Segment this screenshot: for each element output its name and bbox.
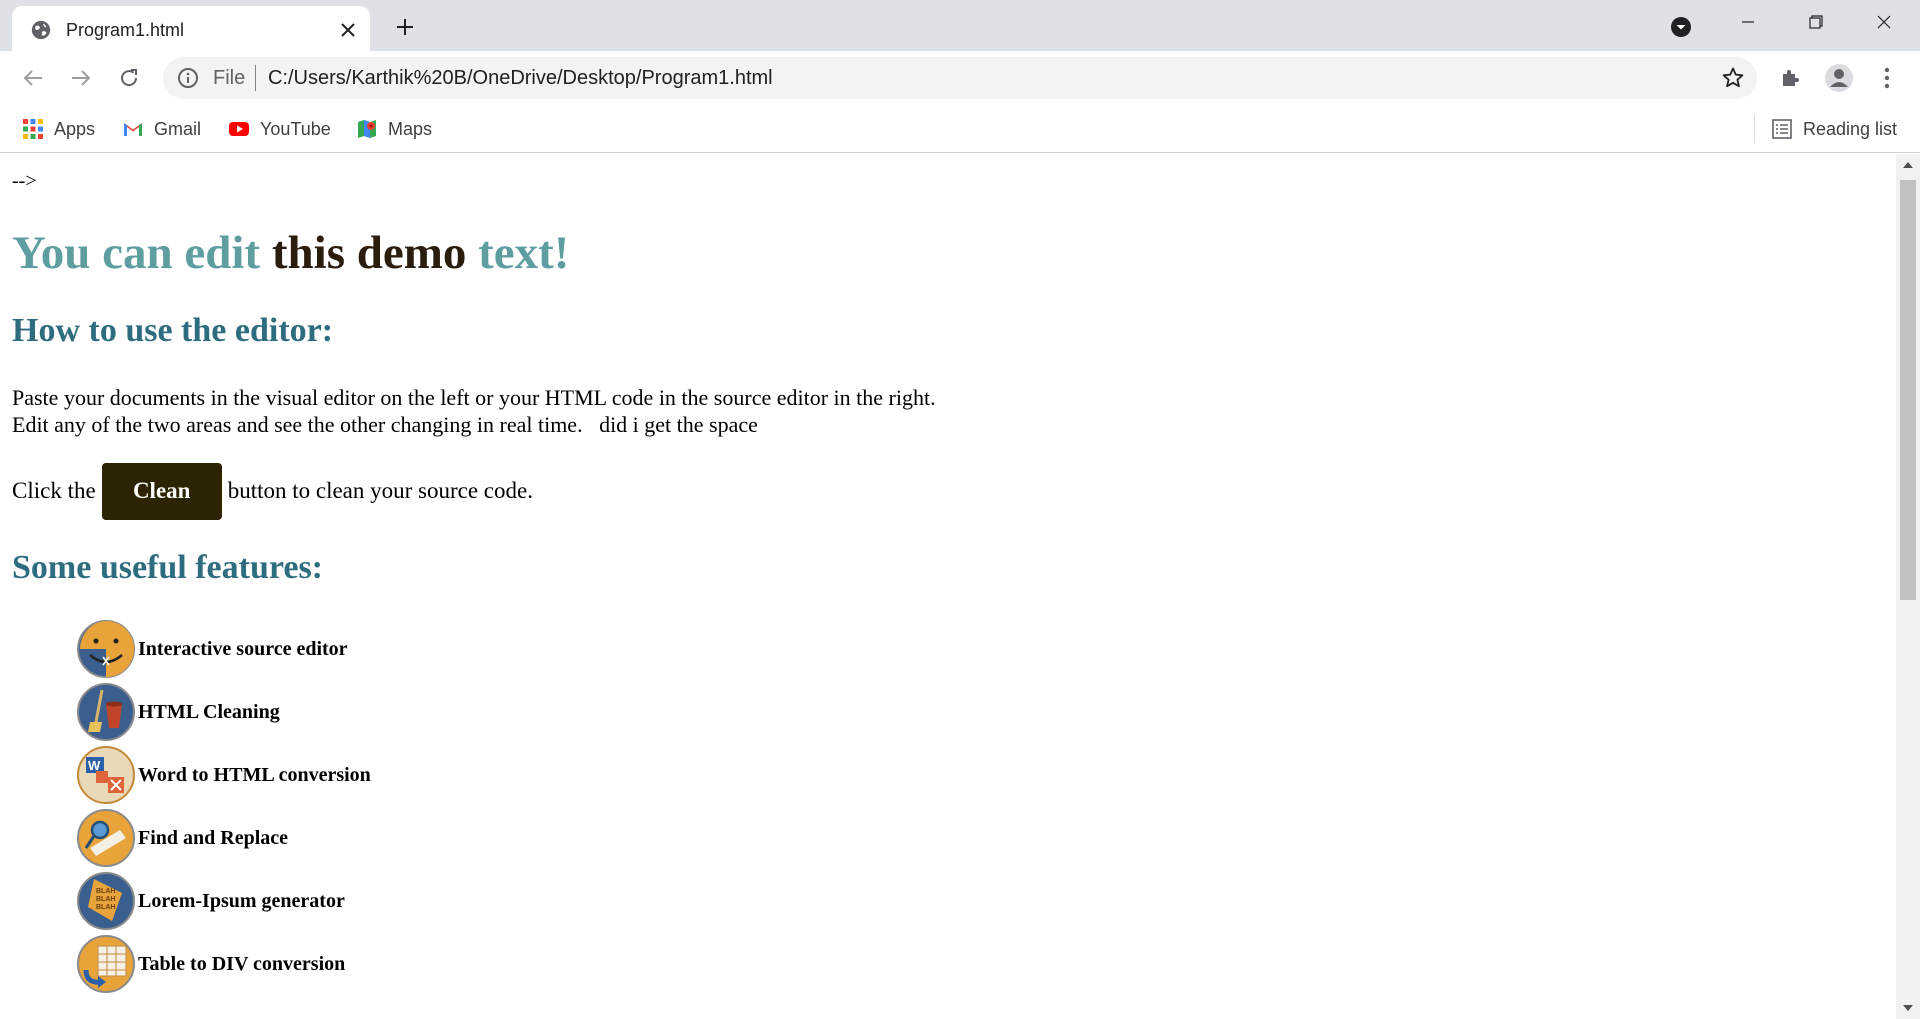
feature-item: HTML Cleaning (76, 682, 280, 742)
menu-kebab-icon[interactable] (1872, 63, 1902, 93)
address-bar[interactable]: File C:/Users/Karthik%20B/OneDrive/Deskt… (163, 57, 1757, 99)
page-viewport: --> You can edit this demo text! How to … (0, 154, 1896, 1019)
gmail-icon (124, 123, 142, 136)
reload-icon (121, 69, 138, 87)
page-headline: You can edit this demo text! (12, 226, 569, 280)
tab-search-icon[interactable] (1666, 12, 1696, 42)
browser-toolbar: File C:/Users/Karthik%20B/OneDrive/Deskt… (0, 51, 1920, 105)
section-title-editor: How to use the editor: (12, 312, 334, 349)
broom-bucket-icon (77, 683, 135, 741)
browser-tab[interactable]: Program1.html (12, 6, 370, 51)
feature-item: W Word to HTML conversion (76, 745, 371, 805)
paragraph-line-2: Edit any of the two areas and see the ot… (12, 412, 758, 437)
address-separator (255, 65, 256, 91)
back-button[interactable] (16, 61, 50, 95)
clean-instruction: Click the Clean button to clean your sou… (12, 462, 533, 520)
bookmark-label: Apps (54, 118, 96, 139)
svg-text:W: W (88, 758, 101, 773)
globe-icon (31, 20, 51, 40)
bookmark-label: YouTube (260, 118, 331, 139)
bookmark-label: Maps (388, 118, 433, 139)
info-icon[interactable] (177, 67, 199, 89)
tab-strip: Program1.html (0, 0, 1920, 51)
bookmark-apps[interactable]: Apps (22, 113, 95, 145)
bookmark-gmail[interactable]: Gmail (122, 113, 201, 145)
feature-item: Table to DIV conversion (76, 934, 345, 994)
arrow-left-icon (23, 70, 42, 86)
extensions-icon[interactable] (1776, 63, 1806, 93)
close-tab-icon[interactable] (336, 18, 360, 42)
feature-label: HTML Cleaning (138, 700, 280, 723)
clean-button[interactable]: Clean (101, 462, 222, 520)
reading-list-icon (1772, 119, 1792, 139)
profile-avatar-icon[interactable] (1824, 63, 1854, 93)
scheme-label: File (213, 67, 246, 89)
feature-label: Word to HTML conversion (138, 763, 371, 786)
svg-text:BLAH: BLAH (96, 888, 115, 895)
feature-label: Interactive source editor (138, 637, 348, 660)
svg-text:BLAH: BLAH (96, 904, 115, 911)
feature-label: Find and Replace (138, 826, 289, 849)
paragraph-line-1: Paste your documents in the visual edito… (12, 385, 936, 410)
restore-window-button[interactable] (1782, 0, 1850, 44)
bookmark-star-icon[interactable] (1721, 66, 1745, 90)
vertical-scrollbar[interactable] (1896, 154, 1920, 1019)
bookmarks-bar: Apps Gmail YouTube Maps Reading list (0, 105, 1920, 153)
close-window-button[interactable] (1850, 0, 1918, 44)
clean-suffix-text: button to clean your source code. (227, 478, 533, 503)
clean-prefix-text: Click the (12, 478, 96, 503)
word-to-html-icon: W (77, 746, 135, 804)
maps-icon (358, 120, 376, 138)
scroll-up-arrow-icon[interactable] (1896, 154, 1920, 176)
feature-item: BLAH BLAH BLAH Lorem-Ipsum generator (76, 871, 345, 931)
scroll-down-arrow-icon[interactable] (1896, 997, 1920, 1019)
svg-text:BLAH: BLAH (96, 896, 115, 903)
minimize-window-button[interactable] (1714, 0, 1782, 44)
new-tab-button[interactable] (390, 12, 420, 42)
bookmark-maps[interactable]: Maps (356, 113, 432, 145)
bookmarks-divider (1754, 115, 1755, 143)
lorem-ipsum-icon: BLAH BLAH BLAH (77, 872, 135, 930)
headline-part1: You can edit (12, 227, 261, 279)
feature-label: Lorem-Ipsum generator (138, 889, 345, 912)
scrollbar-thumb[interactable] (1900, 180, 1916, 600)
reading-list-label: Reading list (1803, 118, 1898, 139)
find-replace-icon (77, 809, 135, 867)
arrow-right-icon (72, 70, 91, 86)
table-to-div-icon (77, 935, 135, 993)
comment-leftover-text: --> (12, 170, 37, 192)
bookmark-label: Gmail (154, 118, 202, 139)
url-text[interactable]: C:/Users/Karthik%20B/OneDrive/Desktop/Pr… (268, 67, 773, 90)
headline-part2: this demo (271, 227, 467, 279)
youtube-icon (229, 122, 249, 136)
feature-label: Table to DIV conversion (138, 952, 346, 975)
feature-item: Find and Replace (76, 808, 288, 868)
section-title-features: Some useful features: (12, 549, 323, 586)
feature-item: Interactive source editor (76, 619, 348, 679)
bookmark-youtube[interactable]: YouTube (228, 113, 331, 145)
tab-title: Program1.html (66, 20, 185, 40)
reading-list-button[interactable]: Reading list (1771, 113, 1897, 145)
headline-part3: text! (478, 227, 570, 279)
forward-button[interactable] (64, 61, 98, 95)
reload-button[interactable] (112, 61, 146, 95)
apps-grid-icon (23, 119, 43, 139)
source-editor-icon (77, 620, 135, 678)
